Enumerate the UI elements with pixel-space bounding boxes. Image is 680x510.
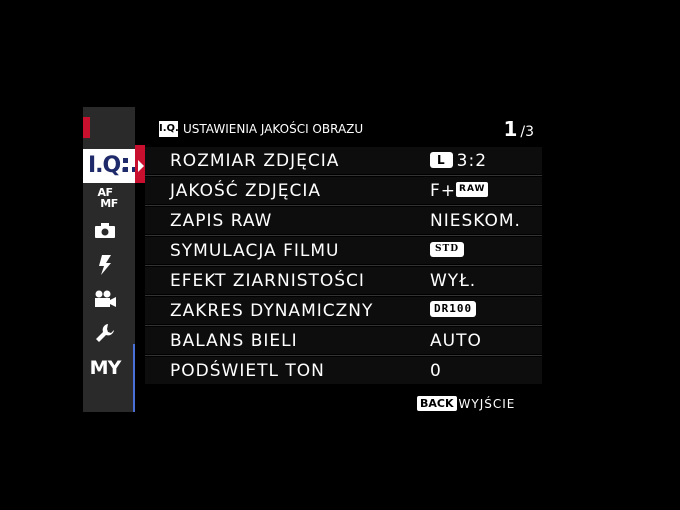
dr100-badge: DR100 <box>430 301 477 317</box>
page-current: 1 <box>503 117 518 141</box>
quality-value: F+ <box>430 181 457 201</box>
tab-shooting[interactable] <box>83 223 127 243</box>
menu-item-value: STD <box>430 241 465 261</box>
aspect-ratio-value: 3:2 <box>456 151 488 171</box>
menu-item-label: ZAKRES DYNAMICZNY <box>170 301 374 321</box>
menu-item-label: ZAPIS RAW <box>170 211 273 231</box>
back-button-badge: BACK <box>417 396 457 411</box>
page-total: /3 <box>520 124 534 140</box>
row-divider <box>145 235 542 236</box>
camera-icon <box>95 223 115 238</box>
menu-item-film-simulation[interactable]: SYMULACJA FILMU STD <box>145 237 542 264</box>
row-divider <box>145 355 542 356</box>
tab-flash[interactable] <box>83 255 127 279</box>
menu-item-label: ROZMIAR ZDJĘCIA <box>170 151 340 171</box>
menu-header: I.Q. USTAWIENIA JAKOŚCI OBRAZU 1/3 <box>145 117 542 147</box>
row-divider <box>145 325 542 326</box>
menu-item-label: BALANS BIELI <box>170 331 298 351</box>
menu-item-label: SYMULACJA FILMU <box>170 241 340 261</box>
flash-icon <box>99 255 111 275</box>
std-badge: STD <box>430 241 465 257</box>
header-iq-badge: I.Q. <box>159 121 179 137</box>
menu-item-value: NIESKOM. <box>430 211 521 231</box>
menu-item-value: L 3:2 <box>430 151 487 171</box>
tab-movie[interactable] <box>83 290 127 311</box>
exit-label: WYJŚCIE <box>458 396 516 411</box>
scroll-marker <box>83 117 90 138</box>
tab-column: I.Q. AF MF MY <box>83 107 145 412</box>
movie-camera-icon <box>95 290 116 307</box>
menu-item-value: 0 <box>430 361 442 381</box>
menu-item-value: F+ RAW <box>430 181 489 201</box>
tab-image-quality[interactable]: I.Q. <box>83 145 145 183</box>
camera-menu-screen: I.Q. AF MF MY I.Q. USTAWIENIA JAKOŚCI OB… <box>83 107 542 412</box>
menu-item-white-balance[interactable]: BALANS BIELI AUTO <box>145 327 542 354</box>
tab-indicator <box>133 344 135 412</box>
menu-item-dynamic-range[interactable]: ZAKRES DYNAMICZNY DR100 <box>145 297 542 324</box>
menu-item-value: AUTO <box>430 331 482 351</box>
menu-item-image-quality[interactable]: JAKOŚĆ ZDJĘCIA F+ RAW <box>145 177 542 204</box>
menu-item-highlight-tone[interactable]: PODŚWIETL TON 0 <box>145 357 542 384</box>
menu-item-label: PODŚWIETL TON <box>170 361 325 381</box>
row-divider <box>145 175 542 176</box>
menu-item-image-size[interactable]: ROZMIAR ZDJĘCIA L 3:2 <box>145 147 542 174</box>
menu-item-label: JAKOŚĆ ZDJĘCIA <box>170 181 322 201</box>
wrench-icon <box>96 324 114 342</box>
row-divider <box>145 205 542 206</box>
tab-iq-label: I.Q. <box>88 153 129 178</box>
raw-badge: RAW <box>456 181 489 197</box>
exit-hint[interactable]: BACK WYJŚCIE <box>417 393 515 412</box>
menu-item-grain-effect[interactable]: EFEKT ZIARNISTOŚCI WYŁ. <box>145 267 542 294</box>
tab-mf-label: MF <box>100 197 118 210</box>
arrow-right-icon <box>138 160 144 172</box>
tab-setup[interactable] <box>83 323 127 347</box>
menu-item-value: DR100 <box>430 301 477 321</box>
tab-af-mf[interactable]: AF MF <box>83 187 127 209</box>
menu-item-value: WYŁ. <box>430 271 477 291</box>
size-l-badge: L <box>430 152 453 168</box>
page-title: USTAWIENIA JAKOŚCI OBRAZU <box>183 122 364 136</box>
menu-item-raw-recording[interactable]: ZAPIS RAW NIESKOM. <box>145 207 542 234</box>
page-indicator: 1/3 <box>503 117 534 141</box>
menu-item-label: EFEKT ZIARNISTOŚCI <box>170 271 365 291</box>
row-divider <box>145 265 542 266</box>
row-divider <box>145 295 542 296</box>
tab-my-menu[interactable]: MY <box>83 357 127 379</box>
